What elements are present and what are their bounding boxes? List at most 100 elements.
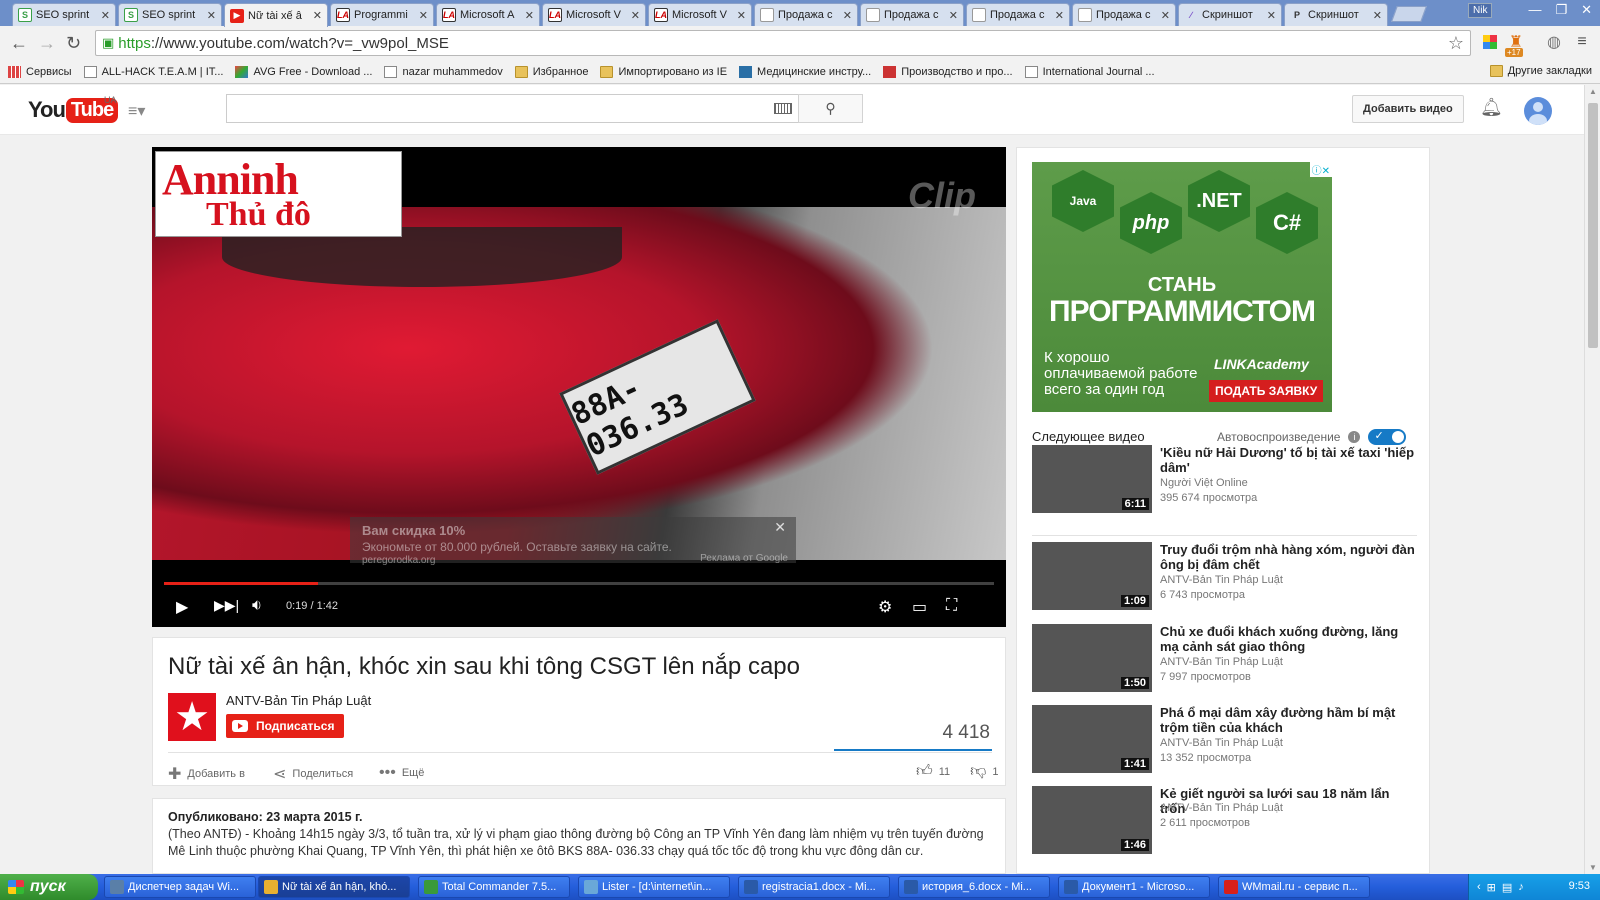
settings-gear-icon[interactable]: ⚙	[878, 597, 892, 617]
bookmark-item[interactable]: Импортировано из IE	[600, 65, 727, 78]
fullscreen-icon[interactable]: ⛶	[946, 597, 957, 615]
video-thumbnail[interactable]: 6:11	[1032, 445, 1152, 513]
close-tab-icon[interactable]: ✕	[419, 9, 428, 22]
video-thumbnail[interactable]: 1:41	[1032, 705, 1152, 773]
tray-arrow-icon[interactable]: ‹	[1477, 881, 1481, 893]
share-button[interactable]: ⋖ Поделиться	[273, 764, 353, 784]
taskbar-item[interactable]: WMmail.ru - сервис п...	[1218, 876, 1370, 898]
browser-tab[interactable]: S SEO sprint ✕	[12, 3, 116, 26]
menu-icon[interactable]: ≡	[1572, 32, 1592, 52]
browser-tab[interactable]: Продажа с ✕	[966, 3, 1070, 26]
related-video-title[interactable]: 'Kiều nữ Hải Dương' tố bị tài xế taxi 'h…	[1160, 445, 1417, 475]
close-window-icon[interactable]: ✕	[1581, 2, 1592, 18]
reload-icon[interactable]: ↻	[66, 33, 81, 54]
related-video[interactable]: 6:11 'Kiều nữ Hải Dương' tố bị tài xế ta…	[1032, 445, 1417, 515]
restore-icon[interactable]: ❐	[1555, 2, 1567, 18]
upload-video-button[interactable]: Добавить видео	[1352, 95, 1464, 123]
browser-tab[interactable]: S SEO sprint ✕	[118, 3, 222, 26]
related-video[interactable]: 1:50 Chủ xe đuổi khách xuống đường, lăng…	[1032, 624, 1417, 694]
adchoices-close-icon[interactable]: ⓘ✕	[1309, 162, 1332, 177]
minimize-icon[interactable]: —	[1528, 2, 1541, 18]
related-video[interactable]: 1:09 Truy đuổi trộm nhà hàng xóm, người …	[1032, 542, 1417, 612]
browser-tab[interactable]: LA Microsoft V ✕	[542, 3, 646, 26]
browser-tab[interactable]: ∕ Скриншот ✕	[1178, 3, 1282, 26]
play-icon[interactable]: ▶	[176, 597, 188, 617]
close-tab-icon[interactable]: ✕	[1161, 9, 1170, 22]
close-tab-icon[interactable]: ✕	[631, 9, 640, 22]
page-scrollbar[interactable]: ▲ ▼	[1584, 85, 1600, 874]
close-tab-icon[interactable]: ✕	[1055, 9, 1064, 22]
bookmark-item[interactable]: Медицинские инстру...	[739, 65, 871, 78]
forward-arrow-icon[interactable]: →	[38, 33, 56, 54]
scrollbar-thumb[interactable]	[1588, 103, 1598, 348]
notifications-bell-icon[interactable]: 🔔︎	[1480, 97, 1503, 118]
profile-badge[interactable]: Nik	[1468, 3, 1493, 18]
browser-tab[interactable]: LA Microsoft V ✕	[648, 3, 752, 26]
back-arrow-icon[interactable]: ←	[10, 33, 28, 54]
taskbar-item[interactable]: Диспетчер задач Wi...	[104, 876, 256, 898]
bookmark-item[interactable]: ALL-HACK T.E.A.M | IT...	[83, 65, 223, 78]
volume-icon[interactable]: 🔉︎	[252, 597, 262, 615]
related-video-channel[interactable]: ANTV-Bản Tin Pháp Luật	[1160, 737, 1283, 749]
taskbar-item[interactable]: Nữ tài xế ân hận, khó...	[258, 876, 410, 898]
browser-tab[interactable]: Продажа с ✕	[860, 3, 964, 26]
taskbar-item[interactable]: registracia1.docx - Mi...	[738, 876, 890, 898]
ad-apply-button[interactable]: ПОДАТЬ ЗАЯВКУ	[1209, 380, 1324, 402]
related-video[interactable]: 1:46 Kẻ giết người sa lưới sau 18 năm lẩ…	[1032, 786, 1417, 856]
related-video-title[interactable]: Truy đuổi trộm nhà hàng xóm, người đàn ô…	[1160, 542, 1417, 572]
related-video-title[interactable]: Phá ổ mại dâm xây đường hầm bí mật trộm …	[1160, 705, 1417, 735]
start-button[interactable]: пуск	[0, 874, 98, 900]
scroll-up-icon[interactable]: ▲	[1589, 87, 1597, 96]
info-icon[interactable]: i	[1348, 431, 1361, 443]
other-bookmarks[interactable]: Другие закладки	[1489, 65, 1592, 77]
close-tab-icon[interactable]: ✕	[313, 9, 322, 22]
video-thumbnail[interactable]: 1:50	[1032, 624, 1152, 692]
bookmark-item[interactable]: Избранное	[514, 65, 588, 78]
close-tab-icon[interactable]: ✕	[737, 9, 746, 22]
related-video-channel[interactable]: ANTV-Bản Tin Pháp Luật	[1160, 574, 1283, 586]
related-video-channel[interactable]: ANTV-Bản Tin Pháp Luật	[1160, 802, 1283, 814]
related-video[interactable]: 1:41 Phá ổ mại dâm xây đường hầm bí mật …	[1032, 705, 1417, 775]
video-thumbnail[interactable]: 1:46	[1032, 786, 1152, 854]
browser-tab[interactable]: Продажа с ✕	[1072, 3, 1176, 26]
video-player[interactable]: 88A-036.33 Anninh Thủ đô Clip Вам скидка…	[152, 147, 1006, 627]
close-tab-icon[interactable]: ✕	[207, 9, 216, 22]
bookmark-item[interactable]: Сервисы	[8, 65, 72, 78]
close-tab-icon[interactable]: ✕	[843, 9, 852, 22]
account-avatar[interactable]	[1524, 97, 1552, 125]
thumbs-down-icon[interactable]: 👎︎	[970, 762, 986, 781]
browser-tab[interactable]: LA Microsoft A ✕	[436, 3, 540, 26]
search-button[interactable]: ⚲	[798, 94, 863, 123]
bookmark-item[interactable]: International Journal ...	[1024, 65, 1155, 78]
video-thumbnail[interactable]: 1:09	[1032, 542, 1152, 610]
bookmark-item[interactable]: AVG Free - Download ...	[235, 65, 372, 78]
globe-icon[interactable]: ◍	[1544, 32, 1564, 52]
autoplay-toggle[interactable]: ✓	[1368, 429, 1407, 445]
language-flag-icon[interactable]: ▤	[1502, 881, 1512, 894]
network-icon[interactable]: ⊞	[1487, 881, 1496, 894]
thumbs-up-icon[interactable]: 👍︎	[916, 762, 933, 781]
bookmark-item[interactable]: Производство и про...	[883, 65, 1013, 78]
sidebar-ad-banner[interactable]: Java php .NET C# ⓘ✕ СТАНЬ ПРОГРАММИСТОМ …	[1032, 162, 1332, 412]
add-to-button[interactable]: ✚ Добавить в	[168, 764, 245, 784]
channel-avatar[interactable]: ★	[168, 693, 216, 741]
bookmark-star-icon[interactable]: ☆	[1448, 33, 1464, 54]
close-tab-icon[interactable]: ✕	[1267, 9, 1276, 22]
more-button[interactable]: ••• Ещё	[379, 764, 424, 782]
channel-name[interactable]: ANTV-Bản Tin Pháp Luật	[226, 693, 371, 708]
search-input[interactable]	[226, 94, 799, 123]
volume-tray-icon[interactable]: ♪	[1518, 881, 1524, 893]
related-video-channel[interactable]: ANTV-Bản Tin Pháp Luật	[1160, 656, 1283, 668]
browser-tab[interactable]: P Скриншот ✕	[1284, 3, 1388, 26]
guide-menu-icon[interactable]: ≡▾	[128, 101, 145, 121]
browser-tab[interactable]: LA Programmi ✕	[330, 3, 434, 26]
progress-bar[interactable]	[164, 582, 994, 585]
close-tab-icon[interactable]: ✕	[101, 9, 110, 22]
related-video-title[interactable]: Chủ xe đuổi khách xuống đường, lăng mạ c…	[1160, 624, 1417, 654]
close-tab-icon[interactable]: ✕	[1373, 9, 1382, 22]
taskbar-item[interactable]: Документ1 - Microso...	[1058, 876, 1210, 898]
browser-tab[interactable]: Продажа с ✕	[754, 3, 858, 26]
browser-tab[interactable]: ▶ Nữ tài xế â ✕	[224, 3, 328, 27]
close-tab-icon[interactable]: ✕	[525, 9, 534, 22]
extension-icon[interactable]	[1480, 32, 1500, 52]
